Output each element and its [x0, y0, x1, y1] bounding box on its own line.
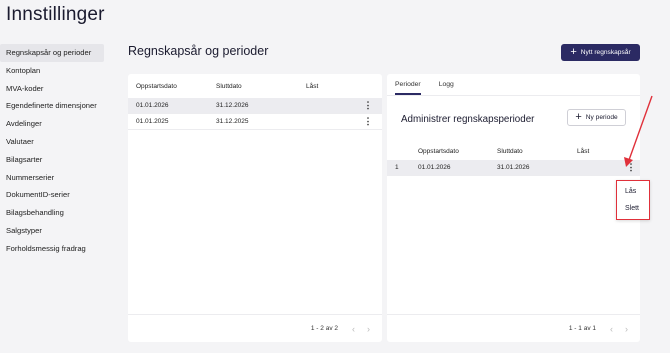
sidebar-item-kontoplan[interactable]: Kontoplan [0, 62, 104, 80]
chevron-right-icon[interactable]: › [625, 324, 628, 334]
plus-icon: + [575, 111, 582, 123]
page-title: Innstillinger [6, 4, 105, 25]
plus-icon: + [570, 46, 577, 58]
more-vertical-icon[interactable]: ⋮ [358, 101, 378, 110]
tab-logg[interactable]: Logg [439, 74, 454, 95]
row-context-menu: Lås Slett [616, 180, 650, 220]
sidebar-item-nummerserier[interactable]: Nummerserier [0, 169, 104, 187]
sidebar-item-dokumentid[interactable]: DokumentID-serier [0, 186, 104, 204]
chevron-left-icon[interactable]: ‹ [610, 324, 613, 334]
table-header: Oppstartsdato Sluttdato Låst [128, 74, 382, 98]
menu-item-lock[interactable]: Lås [617, 183, 649, 200]
table-row[interactable]: 01.01.2025 31.12.2025 ⋮ [128, 114, 382, 130]
periods-title: Administrer regnskapsperioder [401, 114, 535, 125]
sidebar-item-regnskapsar[interactable]: Regnskapsår og perioder [0, 44, 104, 62]
sidebar-item-bilagsbehandling[interactable]: Bilagsbehandling [0, 204, 104, 222]
cell-start: 01.01.2025 [136, 118, 169, 125]
new-fiscal-year-button[interactable]: + Nytt regnskapsår [561, 44, 640, 61]
column-header-end: Sluttdato [216, 82, 242, 90]
periods-card: Perioder Logg Administrer regnskapsperio… [387, 74, 640, 342]
cell-start: 01.01.2026 [418, 164, 451, 171]
cell-end: 31.12.2026 [216, 102, 249, 109]
column-header-locked: Låst [306, 82, 319, 90]
sidebar-item-dimensjoner[interactable]: Egendefinerte dimensjoner [0, 97, 104, 115]
table-row[interactable]: 1 01.01.2026 31.01.2026 ⋮ [387, 160, 640, 176]
tab-perioder[interactable]: Perioder [395, 74, 421, 95]
pagination-label: 1 - 1 av 1 [568, 325, 596, 332]
fiscal-years-card: Oppstartsdato Sluttdato Låst 01.01.2026 … [128, 74, 382, 342]
cell-end: 31.12.2025 [216, 118, 249, 125]
sidebar-item-valutaer[interactable]: Valutaer [0, 133, 104, 151]
column-header-start: Oppstartsdato [136, 82, 177, 90]
new-period-button[interactable]: + Ny periode [567, 109, 626, 126]
pagination: 1 - 1 av 1 ‹ › [387, 314, 640, 342]
sidebar-item-bilagsarter[interactable]: Bilagsarter [0, 151, 104, 169]
table-row[interactable]: 01.01.2026 31.12.2026 ⋮ [128, 98, 382, 114]
cell-start: 01.01.2026 [136, 102, 169, 109]
settings-sidebar: Regnskapsår og perioder Kontoplan MVA-ko… [0, 44, 104, 258]
column-header-locked: Låst [577, 147, 590, 155]
chevron-left-icon[interactable]: ‹ [352, 324, 355, 334]
column-header-start: Oppstartsdato [418, 147, 459, 155]
table-header: Oppstartsdato Sluttdato Låst [387, 142, 640, 160]
menu-item-delete[interactable]: Slett [617, 200, 649, 217]
sidebar-item-avdelinger[interactable]: Avdelinger [0, 115, 104, 133]
tab-bar: Perioder Logg [387, 74, 640, 96]
new-period-label: Ny periode [585, 114, 618, 121]
pagination-label: 1 - 2 av 2 [310, 325, 338, 332]
more-vertical-icon[interactable]: ⋮ [358, 117, 378, 126]
more-vertical-icon[interactable]: ⋮ [622, 163, 640, 172]
new-fiscal-year-label: Nytt regnskapsår [580, 49, 631, 56]
sidebar-item-mva-koder[interactable]: MVA-koder [0, 80, 104, 98]
chevron-right-icon[interactable]: › [367, 324, 370, 334]
pagination: 1 - 2 av 2 ‹ › [128, 314, 382, 342]
sidebar-item-fradrag[interactable]: Forholdsmessig fradrag [0, 240, 104, 258]
section-title: Regnskapsår og perioder [128, 44, 269, 58]
column-header-end: Sluttdato [497, 147, 523, 155]
cell-end: 31.01.2026 [497, 164, 530, 171]
sidebar-item-salgstyper[interactable]: Salgstyper [0, 222, 104, 240]
cell-num: 1 [395, 164, 399, 171]
